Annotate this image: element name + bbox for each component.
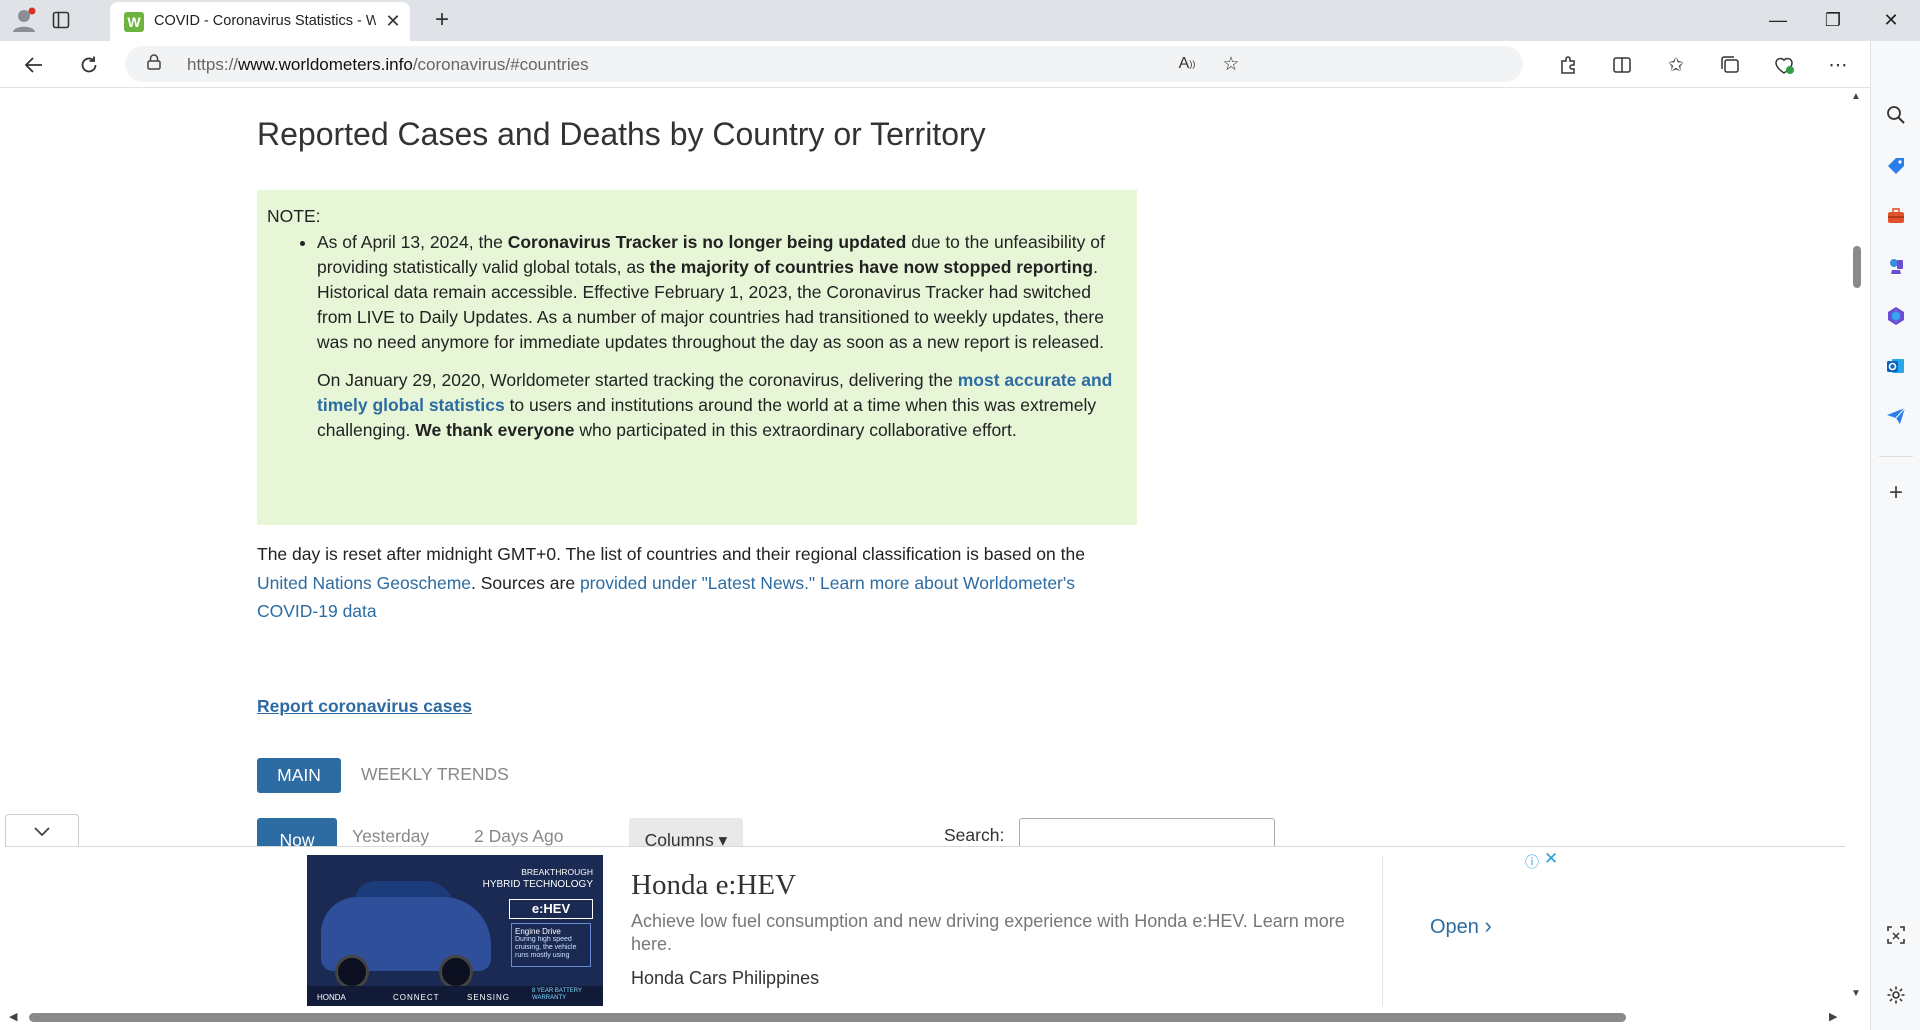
extensions-icon[interactable] <box>1552 49 1584 81</box>
add-icon[interactable]: + <box>1882 479 1910 507</box>
navigation-toolbar: https://www.worldometers.info/coronaviru… <box>0 41 1920 88</box>
note-label: NOTE: <box>267 206 321 226</box>
tab-weekly-trends[interactable]: WEEKLY TRENDS <box>361 764 509 785</box>
scroll-left-arrow-icon[interactable]: ◀ <box>9 1010 17 1023</box>
favorite-star-icon[interactable]: ☆ <box>1215 48 1247 80</box>
horizontal-scroll-thumb[interactable] <box>29 1013 1626 1022</box>
tab-close-icon[interactable]: ✕ <box>382 10 404 32</box>
ad-info-icon[interactable]: ⓘ <box>1525 852 1539 872</box>
ad-image[interactable]: BREAKTHROUGH HYBRID TECHNOLOGY e:HEV Eng… <box>307 855 603 1008</box>
window-close-icon[interactable]: ✕ <box>1866 4 1916 36</box>
note-box: NOTE: As of April 13, 2024, the Coronavi… <box>257 190 1137 525</box>
sidebar-divider <box>1879 456 1913 457</box>
search-icon[interactable] <box>1882 101 1910 129</box>
send-icon[interactable] <box>1882 402 1910 430</box>
outlook-icon[interactable] <box>1882 352 1910 380</box>
vertical-scroll-thumb[interactable] <box>1853 246 1861 288</box>
ad-image-badge: e:HEV <box>509 899 593 919</box>
vertical-scrollbar[interactable]: ▲ ▼ <box>1846 88 1868 1006</box>
ad-open-button[interactable]: Open › <box>1430 913 1492 939</box>
browser-essentials-icon[interactable] <box>1768 49 1800 81</box>
read-aloud-icon[interactable]: A)) <box>1171 48 1203 80</box>
note-list: As of April 13, 2024, the Coronavirus Tr… <box>257 230 1117 443</box>
microsoft-365-icon[interactable] <box>1882 302 1910 330</box>
split-screen-icon[interactable] <box>1606 49 1638 81</box>
ad-image-panel: Engine Drive During high speed cruising, … <box>511 923 591 967</box>
ad-image-footer: HONDA CONNECT SENSING 8 YEAR BATTERY WAR… <box>307 986 603 1008</box>
note-paragraph-2: On January 29, 2020, Worldometer started… <box>317 370 1113 440</box>
scroll-up-arrow-icon[interactable]: ▲ <box>1851 91 1861 102</box>
address-bar[interactable]: https://www.worldometers.info/coronaviru… <box>125 46 1523 82</box>
screenshot-icon[interactable] <box>1882 921 1910 949</box>
day-reset-text: The day is reset after midnight GMT+0. T… <box>257 544 1085 621</box>
ad-brand: Honda Cars Philippines <box>631 968 820 988</box>
horizontal-scrollbar[interactable]: ◀ ▶ <box>5 1006 1846 1028</box>
back-icon[interactable] <box>18 49 50 81</box>
ad-divider <box>1382 855 1383 1008</box>
tools-icon[interactable] <box>1882 202 1910 230</box>
restore-icon[interactable]: ❐ <box>1808 4 1858 36</box>
tab-yesterday[interactable]: Yesterday <box>352 826 429 847</box>
minimize-icon[interactable]: — <box>1753 4 1803 36</box>
settings-gear-icon[interactable] <box>1882 981 1910 1009</box>
lock-icon[interactable] <box>147 54 161 74</box>
note-item: As of April 13, 2024, the Coronavirus Tr… <box>317 230 1117 443</box>
active-tab[interactable]: W COVID - Coronavirus Statistics - W ✕ <box>110 2 410 41</box>
tab-strip: W COVID - Coronavirus Statistics - W ✕ +… <box>0 0 1920 41</box>
latest-news-link[interactable]: provided under "Latest News." <box>580 573 815 593</box>
un-geoscheme-link[interactable]: United Nations Geoscheme <box>257 573 471 593</box>
search-label: Search: <box>944 825 1005 845</box>
worldometer-favicon-icon: W <box>124 12 144 32</box>
new-tab-icon[interactable]: + <box>428 6 456 34</box>
shopping-tag-icon[interactable] <box>1882 152 1910 180</box>
tab-title: COVID - Coronavirus Statistics - W <box>154 13 376 29</box>
ad-collapse-chevron-icon[interactable] <box>5 814 79 847</box>
ad-banner[interactable]: BREAKTHROUGH HYBRID TECHNOLOGY e:HEV Eng… <box>5 846 1845 1008</box>
car-wheel <box>439 955 473 989</box>
ad-image-line2: HYBRID TECHNOLOGY <box>482 879 593 890</box>
refresh-icon[interactable] <box>73 49 105 81</box>
chevron-right-icon: › <box>1484 913 1492 938</box>
ad-close-icon[interactable]: ✕ <box>1544 849 1558 869</box>
tab-actions-icon[interactable] <box>47 6 75 34</box>
profile-avatar-icon[interactable] <box>10 6 38 34</box>
report-cases-link[interactable]: Report coronavirus cases <box>257 696 472 717</box>
favorites-icon[interactable]: ✩ <box>1660 49 1692 81</box>
ad-description: Achieve low fuel consumption and new dri… <box>631 911 1345 954</box>
car-wheel <box>335 955 369 989</box>
edge-sidebar: + <box>1870 41 1920 1030</box>
collections-icon[interactable] <box>1714 49 1746 81</box>
games-icon[interactable] <box>1882 252 1910 280</box>
scroll-right-arrow-icon[interactable]: ▶ <box>1829 1010 1837 1023</box>
page-title: Reported Cases and Deaths by Country or … <box>257 116 986 152</box>
tab-2-days-ago[interactable]: 2 Days Ago <box>474 826 564 847</box>
more-menu-icon[interactable]: ⋯ <box>1822 49 1854 81</box>
ad-title[interactable]: Honda e:HEV <box>631 869 796 902</box>
tab-main[interactable]: MAIN <box>257 758 341 793</box>
ad-image-line1: BREAKTHROUGH <box>521 867 593 877</box>
url-text[interactable]: https://www.worldometers.info/coronaviru… <box>187 55 589 75</box>
scroll-down-arrow-icon[interactable]: ▼ <box>1851 988 1861 999</box>
